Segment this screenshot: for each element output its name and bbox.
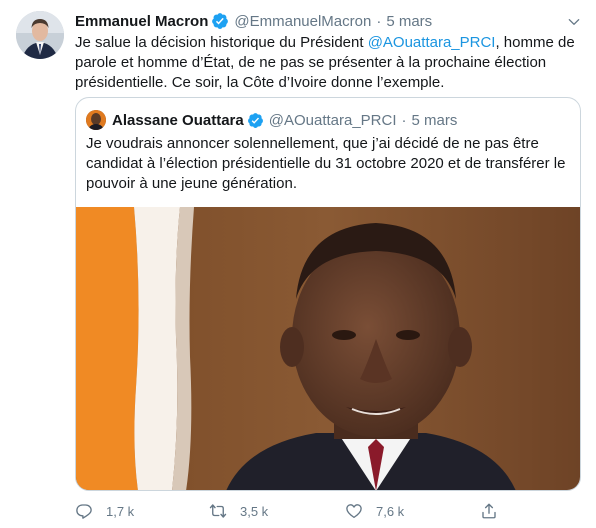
header-separator: · (376, 12, 382, 30)
avatar-image (16, 11, 64, 59)
mention-link[interactable]: @AOuattara_PRCI (368, 34, 496, 51)
tweet-card[interactable]: Emmanuel Macron @EmmanuelMacron · 5 mars… (0, 0, 596, 528)
quoted-author-handle[interactable]: @AOuattara_PRCI (269, 112, 397, 129)
share-icon (482, 503, 496, 519)
reply-count: 1,7 k (106, 503, 135, 519)
chevron-down-icon[interactable] (566, 14, 582, 30)
like-count: 7,6 k (376, 503, 405, 519)
tweet-date[interactable]: 5 mars (386, 13, 432, 30)
like-button[interactable]: 7,6 k (345, 502, 404, 520)
quoted-text: Je voudrais annoncer solennellement, que… (86, 135, 566, 192)
retweet-count: 3,5 k (240, 503, 269, 519)
tweet-text-start: Je salue la décision historique du Prési… (75, 34, 368, 51)
author-name[interactable]: Emmanuel Macron (75, 13, 208, 30)
share-button[interactable] (480, 502, 498, 520)
retweet-icon (209, 504, 227, 518)
quoted-avatar[interactable] (86, 110, 106, 130)
verified-badge-icon (247, 112, 263, 128)
quoted-date[interactable]: 5 mars (412, 112, 458, 129)
quoted-separator: · (401, 111, 407, 129)
action-bar: 1,7 k 3,5 k 7,6 k (75, 502, 580, 522)
verified-badge-icon (212, 13, 229, 29)
portrait-photo (76, 207, 580, 490)
quoted-avatar-image (86, 110, 106, 130)
tweet-text: Je salue la décision historique du Prési… (75, 33, 580, 93)
retweet-button[interactable]: 3,5 k (209, 502, 268, 520)
tweet-header: Emmanuel Macron @EmmanuelMacron · 5 mars (75, 11, 432, 31)
quoted-author-name[interactable]: Alassane Ouattara (112, 112, 244, 129)
avatar[interactable] (16, 11, 64, 59)
reply-icon (76, 504, 92, 519)
quoted-header: Alassane Ouattara @AOuattara_PRCI · 5 ma… (112, 110, 457, 130)
quoted-tweet[interactable]: Alassane Ouattara @AOuattara_PRCI · 5 ma… (75, 97, 581, 491)
author-handle[interactable]: @EmmanuelMacron (234, 13, 371, 30)
quoted-photo[interactable] (76, 207, 580, 490)
like-icon (346, 504, 362, 519)
reply-button[interactable]: 1,7 k (75, 502, 134, 520)
